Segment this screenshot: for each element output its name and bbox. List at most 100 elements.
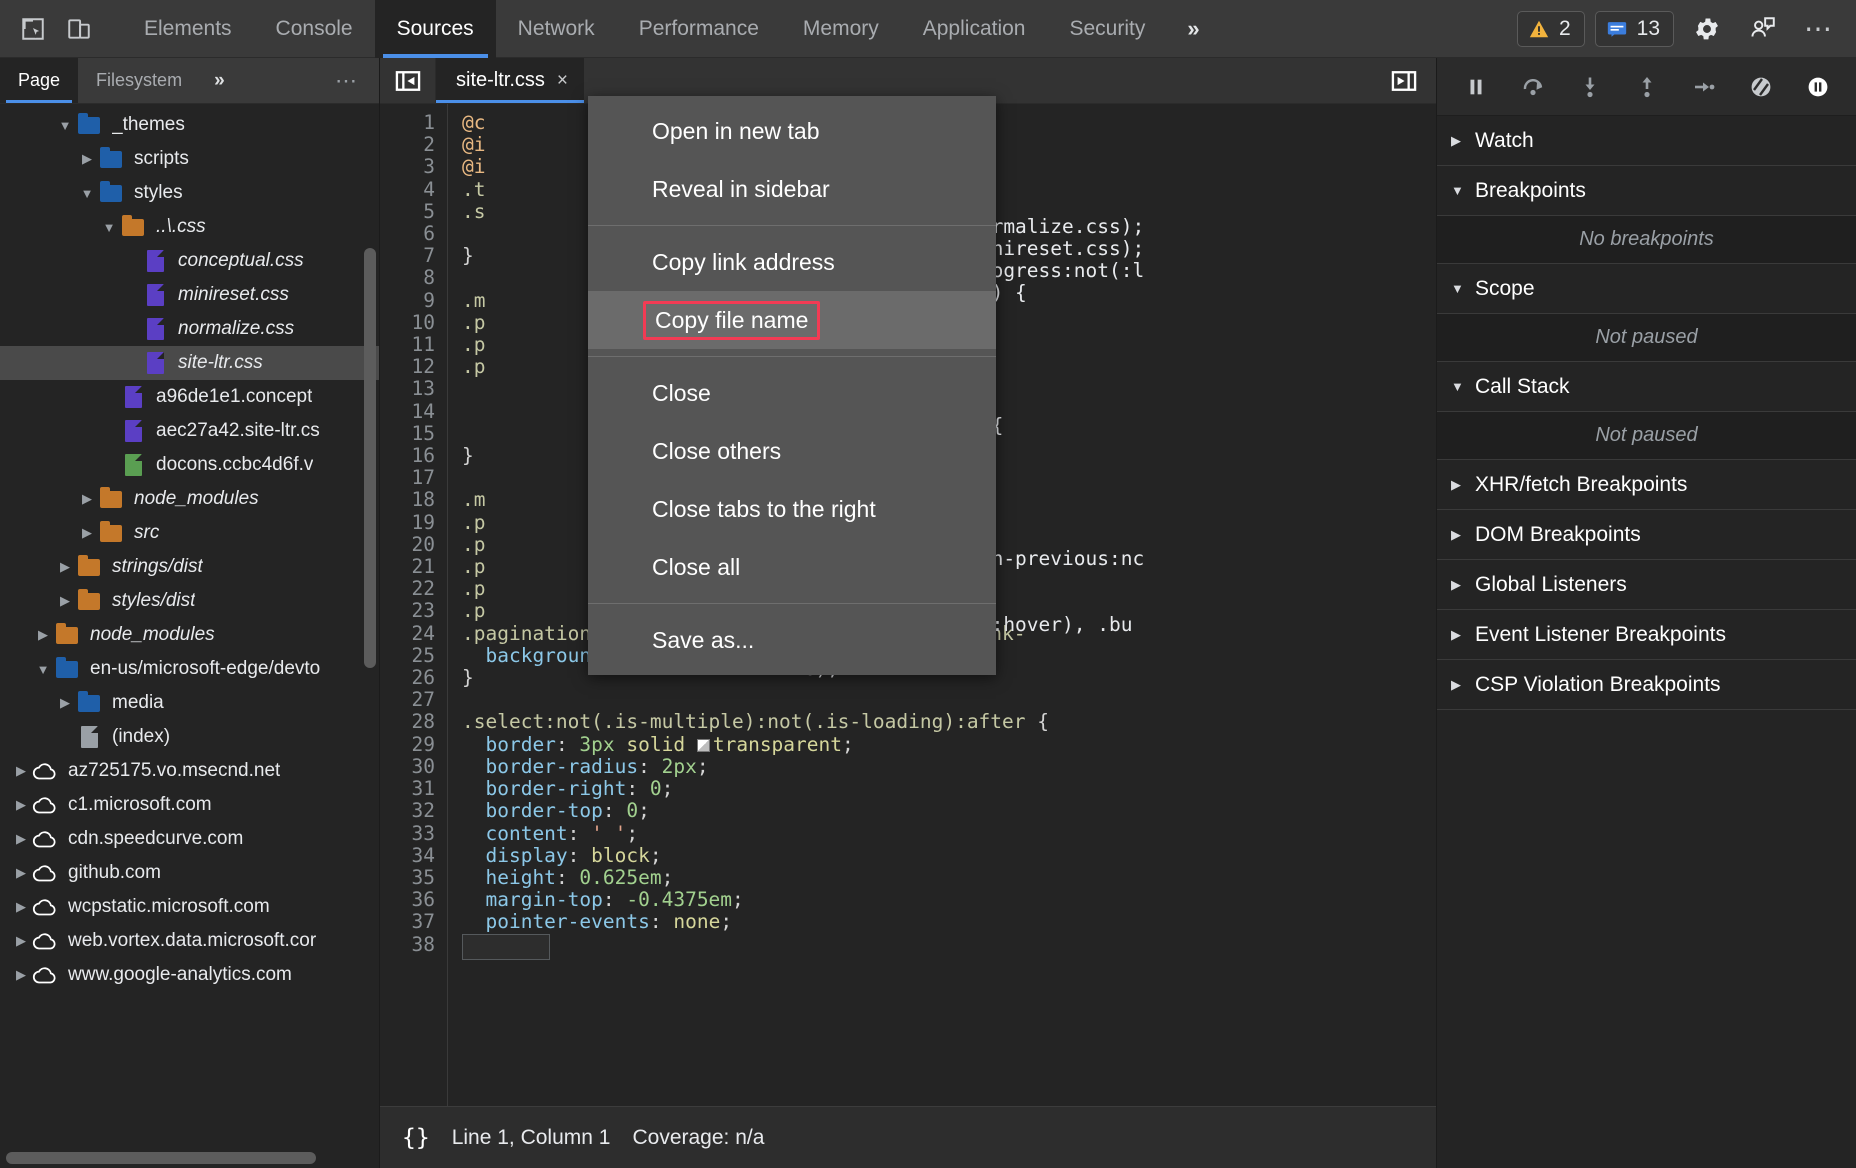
tree-item[interactable]: ▼en-us/microsoft-edge/devto bbox=[0, 652, 379, 686]
tree-item[interactable]: ·minireset.css bbox=[0, 278, 379, 312]
debugger-section-dom-breakpoints[interactable]: ▶DOM Breakpoints bbox=[1437, 510, 1856, 560]
tree-item[interactable]: ▶styles/dist bbox=[0, 584, 379, 618]
tree-item[interactable]: ▶web.vortex.data.microsoft.cor bbox=[0, 924, 379, 958]
navigator-vertical-scrollbar[interactable] bbox=[364, 248, 376, 668]
tab-network[interactable]: Network bbox=[496, 0, 617, 58]
chevron-right-icon[interactable]: ▶ bbox=[10, 763, 32, 779]
context-menu-item-reveal-in-sidebar[interactable]: Reveal in sidebar bbox=[588, 160, 996, 218]
chevron-right-icon[interactable]: ▶ bbox=[1451, 133, 1465, 149]
show-navigator-icon[interactable] bbox=[380, 58, 436, 103]
tree-item[interactable]: ▶c1.microsoft.com bbox=[0, 788, 379, 822]
chevron-right-icon[interactable]: ▶ bbox=[76, 491, 98, 507]
chevron-right-icon[interactable]: ▶ bbox=[10, 967, 32, 983]
tree-item[interactable]: ▶www.google-analytics.com bbox=[0, 958, 379, 992]
tab-application[interactable]: Application bbox=[901, 0, 1048, 58]
debugger-section-global-listeners[interactable]: ▶Global Listeners bbox=[1437, 560, 1856, 610]
context-menu-item-close-tabs-to-the-right[interactable]: Close tabs to the right bbox=[588, 480, 996, 538]
feedback-person-icon[interactable] bbox=[1740, 6, 1786, 52]
tree-item[interactable]: ·aec27a42.site-ltr.cs bbox=[0, 414, 379, 448]
close-icon[interactable]: × bbox=[557, 70, 568, 92]
context-menu-item-copy-link-address[interactable]: Copy link address bbox=[588, 233, 996, 291]
tree-item[interactable]: ·conceptual.css bbox=[0, 244, 379, 278]
context-menu-item-close[interactable]: Close bbox=[588, 364, 996, 422]
tree-item[interactable]: ▶node_modules bbox=[0, 618, 379, 652]
context-menu-item-copy-file-name[interactable]: Copy file name bbox=[588, 291, 996, 349]
pretty-print-icon[interactable]: {} bbox=[402, 1125, 430, 1151]
chevron-right-icon[interactable]: ▶ bbox=[1451, 477, 1465, 493]
chevron-down-icon[interactable]: ▼ bbox=[32, 662, 54, 677]
chevron-right-icon[interactable]: ▶ bbox=[54, 559, 76, 575]
pause-on-exceptions-icon[interactable] bbox=[1798, 67, 1838, 107]
tree-item[interactable]: ▶strings/dist bbox=[0, 550, 379, 584]
tree-item[interactable]: ▶wcpstatic.microsoft.com bbox=[0, 890, 379, 924]
nav-more-chevron-icon[interactable]: » bbox=[200, 58, 239, 103]
tab-memory[interactable]: Memory bbox=[781, 0, 901, 58]
tree-item[interactable]: ▶src bbox=[0, 516, 379, 550]
tree-item[interactable]: ▶media bbox=[0, 686, 379, 720]
tree-item[interactable]: ▶scripts bbox=[0, 142, 379, 176]
step-icon[interactable] bbox=[1684, 67, 1724, 107]
chevron-right-icon[interactable]: ▶ bbox=[1451, 677, 1465, 693]
chevron-right-icon[interactable]: ▶ bbox=[10, 797, 32, 813]
message-count-badge[interactable]: 13 bbox=[1595, 11, 1674, 47]
chevron-right-icon[interactable]: ▶ bbox=[10, 865, 32, 881]
debugger-section-event-listener-breakpoints[interactable]: ▶Event Listener Breakpoints bbox=[1437, 610, 1856, 660]
debugger-section-call-stack[interactable]: ▼Call Stack bbox=[1437, 362, 1856, 412]
tree-item[interactable]: ·site-ltr.css bbox=[0, 346, 379, 380]
chevron-down-icon[interactable]: ▼ bbox=[1451, 281, 1465, 296]
chevron-right-icon[interactable]: ▶ bbox=[1451, 527, 1465, 543]
navigator-options-icon[interactable]: ⋯ bbox=[317, 58, 379, 103]
more-tabs-chevron-icon[interactable]: » bbox=[1167, 0, 1219, 58]
tree-item[interactable]: ▼_themes bbox=[0, 108, 379, 142]
tab-console[interactable]: Console bbox=[254, 0, 375, 58]
editor-file-tab[interactable]: site-ltr.css × bbox=[436, 58, 584, 103]
chevron-down-icon[interactable]: ▼ bbox=[1451, 183, 1465, 198]
context-menu-item-open-in-new-tab[interactable]: Open in new tab bbox=[588, 102, 996, 160]
nav-tab-page[interactable]: Page bbox=[0, 58, 78, 103]
tree-item[interactable]: ▶cdn.speedcurve.com bbox=[0, 822, 379, 856]
deactivate-breakpoints-icon[interactable] bbox=[1741, 67, 1781, 107]
chevron-right-icon[interactable]: ▶ bbox=[10, 899, 32, 915]
tree-item[interactable]: ▶az725175.vo.msecnd.net bbox=[0, 754, 379, 788]
debugger-section-csp-violation-breakpoints[interactable]: ▶CSP Violation Breakpoints bbox=[1437, 660, 1856, 710]
tab-performance[interactable]: Performance bbox=[617, 0, 781, 58]
chevron-down-icon[interactable]: ▼ bbox=[76, 186, 98, 201]
tab-context-menu[interactable]: Open in new tabReveal in sidebar Copy lin… bbox=[588, 96, 996, 675]
show-debugger-icon[interactable] bbox=[1372, 58, 1436, 103]
debugger-section-xhr-fetch-breakpoints[interactable]: ▶XHR/fetch Breakpoints bbox=[1437, 460, 1856, 510]
warning-count-badge[interactable]: 2 bbox=[1517, 11, 1585, 47]
step-over-icon[interactable] bbox=[1513, 67, 1553, 107]
nav-tab-filesystem[interactable]: Filesystem bbox=[78, 58, 200, 103]
chevron-right-icon[interactable]: ▶ bbox=[76, 525, 98, 541]
tab-sources[interactable]: Sources bbox=[375, 0, 496, 58]
chevron-down-icon[interactable]: ▼ bbox=[54, 118, 76, 133]
step-out-icon[interactable] bbox=[1627, 67, 1667, 107]
debugger-section-watch[interactable]: ▶Watch bbox=[1437, 116, 1856, 166]
tab-security[interactable]: Security bbox=[1047, 0, 1167, 58]
tree-item[interactable]: ▶github.com bbox=[0, 856, 379, 890]
tree-item[interactable]: ·a96de1e1.concept bbox=[0, 380, 379, 414]
debugger-section-scope[interactable]: ▼Scope bbox=[1437, 264, 1856, 314]
tree-item[interactable]: ▼..\.css bbox=[0, 210, 379, 244]
tree-item[interactable]: ▶node_modules bbox=[0, 482, 379, 516]
chevron-right-icon[interactable]: ▶ bbox=[1451, 577, 1465, 593]
tree-item[interactable]: ·normalize.css bbox=[0, 312, 379, 346]
chevron-down-icon[interactable]: ▼ bbox=[1451, 379, 1465, 394]
tree-item[interactable]: ▼styles bbox=[0, 176, 379, 210]
tab-elements[interactable]: Elements bbox=[122, 0, 254, 58]
device-toolbar-icon[interactable] bbox=[56, 6, 102, 52]
tree-item[interactable]: ·docons.ccbc4d6f.v bbox=[0, 448, 379, 482]
chevron-right-icon[interactable]: ▶ bbox=[10, 933, 32, 949]
step-into-icon[interactable] bbox=[1570, 67, 1610, 107]
chevron-right-icon[interactable]: ▶ bbox=[54, 695, 76, 711]
inspect-element-icon[interactable] bbox=[10, 6, 56, 52]
context-menu-item-close-all[interactable]: Close all bbox=[588, 538, 996, 596]
context-menu-item-save-as[interactable]: Save as... bbox=[588, 611, 996, 669]
context-menu-item-close-others[interactable]: Close others bbox=[588, 422, 996, 480]
chevron-right-icon[interactable]: ▶ bbox=[32, 627, 54, 643]
chevron-right-icon[interactable]: ▶ bbox=[76, 151, 98, 167]
more-options-icon[interactable]: ⋯ bbox=[1796, 6, 1842, 52]
file-tree[interactable]: ▼_themes▶scripts▼styles▼..\.css·conceptu… bbox=[0, 104, 379, 1168]
chevron-right-icon[interactable]: ▶ bbox=[1451, 627, 1465, 643]
debugger-section-breakpoints[interactable]: ▼Breakpoints bbox=[1437, 166, 1856, 216]
